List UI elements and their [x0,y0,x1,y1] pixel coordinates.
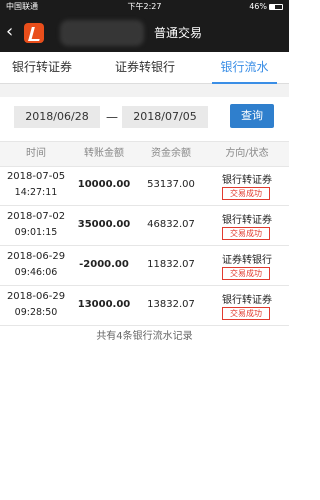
column-header-direction-status: 方向/状态 [225,148,269,159]
row-date: 2018-06-29 [6,251,66,262]
app-logo-icon [24,23,44,43]
row-time: 09:01:15 [14,227,58,238]
row-balance: 46832.07 [147,219,195,230]
row-date: 2018-07-02 [6,211,66,222]
back-icon[interactable]: ‹ [6,22,13,42]
tab-bank-to-securities[interactable]: 银行转证券 [0,52,84,84]
end-date-field[interactable]: 2018/07/05 [122,106,208,128]
section-divider [0,84,289,97]
record-count-summary: 共有4条银行流水记录 [96,331,193,342]
table-row: 2018-07-02 09:01:15 35000.00 46832.07 银行… [0,207,289,246]
row-direction: 银行转证券 [222,215,272,226]
row-date: 2018-07-05 [6,171,66,182]
row-amount: 10000.00 [77,179,131,190]
table-row: 2018-06-29 09:28:50 13000.00 13832.07 银行… [0,287,289,326]
row-direction: 银行转证券 [222,175,272,186]
row-time: 09:46:06 [14,267,58,278]
status-bar: 中国联通 下午2:27 46% [0,0,289,14]
row-balance: 13832.07 [147,299,195,310]
table-row: 2018-07-05 14:27:11 10000.00 53137.00 银行… [0,167,289,206]
status-badge: 交易成功 [222,187,270,200]
column-header-amount: 转账金额 [84,148,124,159]
row-time: 14:27:11 [14,187,58,198]
table-row: 2018-06-29 09:46:06 -2000.00 11832.07 证券… [0,247,289,286]
battery-icon [269,4,283,10]
row-balance: 11832.07 [147,259,195,270]
row-direction: 银行转证券 [222,295,272,306]
row-date: 2018-06-29 [6,291,66,302]
column-header-balance: 资金余额 [151,148,191,159]
tab-securities-to-bank[interactable]: 证券转银行 [100,52,190,84]
tab-bar: 银行转证券 证券转银行 银行流水 [0,52,289,84]
status-badge: 交易成功 [222,307,270,320]
row-balance: 53137.00 [147,179,195,190]
tab-label: 银行流水 [220,60,269,74]
row-amount: 35000.00 [77,219,131,230]
status-badge: 交易成功 [222,227,270,240]
page-title: 普通交易 [153,26,202,40]
redacted-account-name [60,20,144,46]
row-amount: -2000.00 [79,259,129,270]
clock: 下午2:27 [127,2,162,11]
query-button[interactable]: 查询 [230,104,274,128]
tab-label: 证券转银行 [114,60,175,74]
column-header-time: 时间 [26,148,46,159]
row-time: 09:28:50 [14,307,58,318]
battery-status: 46% [249,0,283,14]
tab-bank-statement[interactable]: 银行流水 [200,52,289,84]
date-separator: — [106,110,118,124]
status-badge: 交易成功 [222,267,270,280]
row-amount: 13000.00 [77,299,131,310]
table-header: 时间 转账金额 资金余额 方向/状态 [0,141,289,167]
tab-label: 银行转证券 [11,60,72,74]
date-filter-bar: 2018/06/28 — 2018/07/05 查询 [0,97,289,141]
battery-percent: 46% [249,2,267,11]
start-date-field[interactable]: 2018/06/28 [14,106,100,128]
row-direction: 证券转银行 [222,255,272,266]
nav-bar: ‹ 普通交易 [0,14,289,52]
